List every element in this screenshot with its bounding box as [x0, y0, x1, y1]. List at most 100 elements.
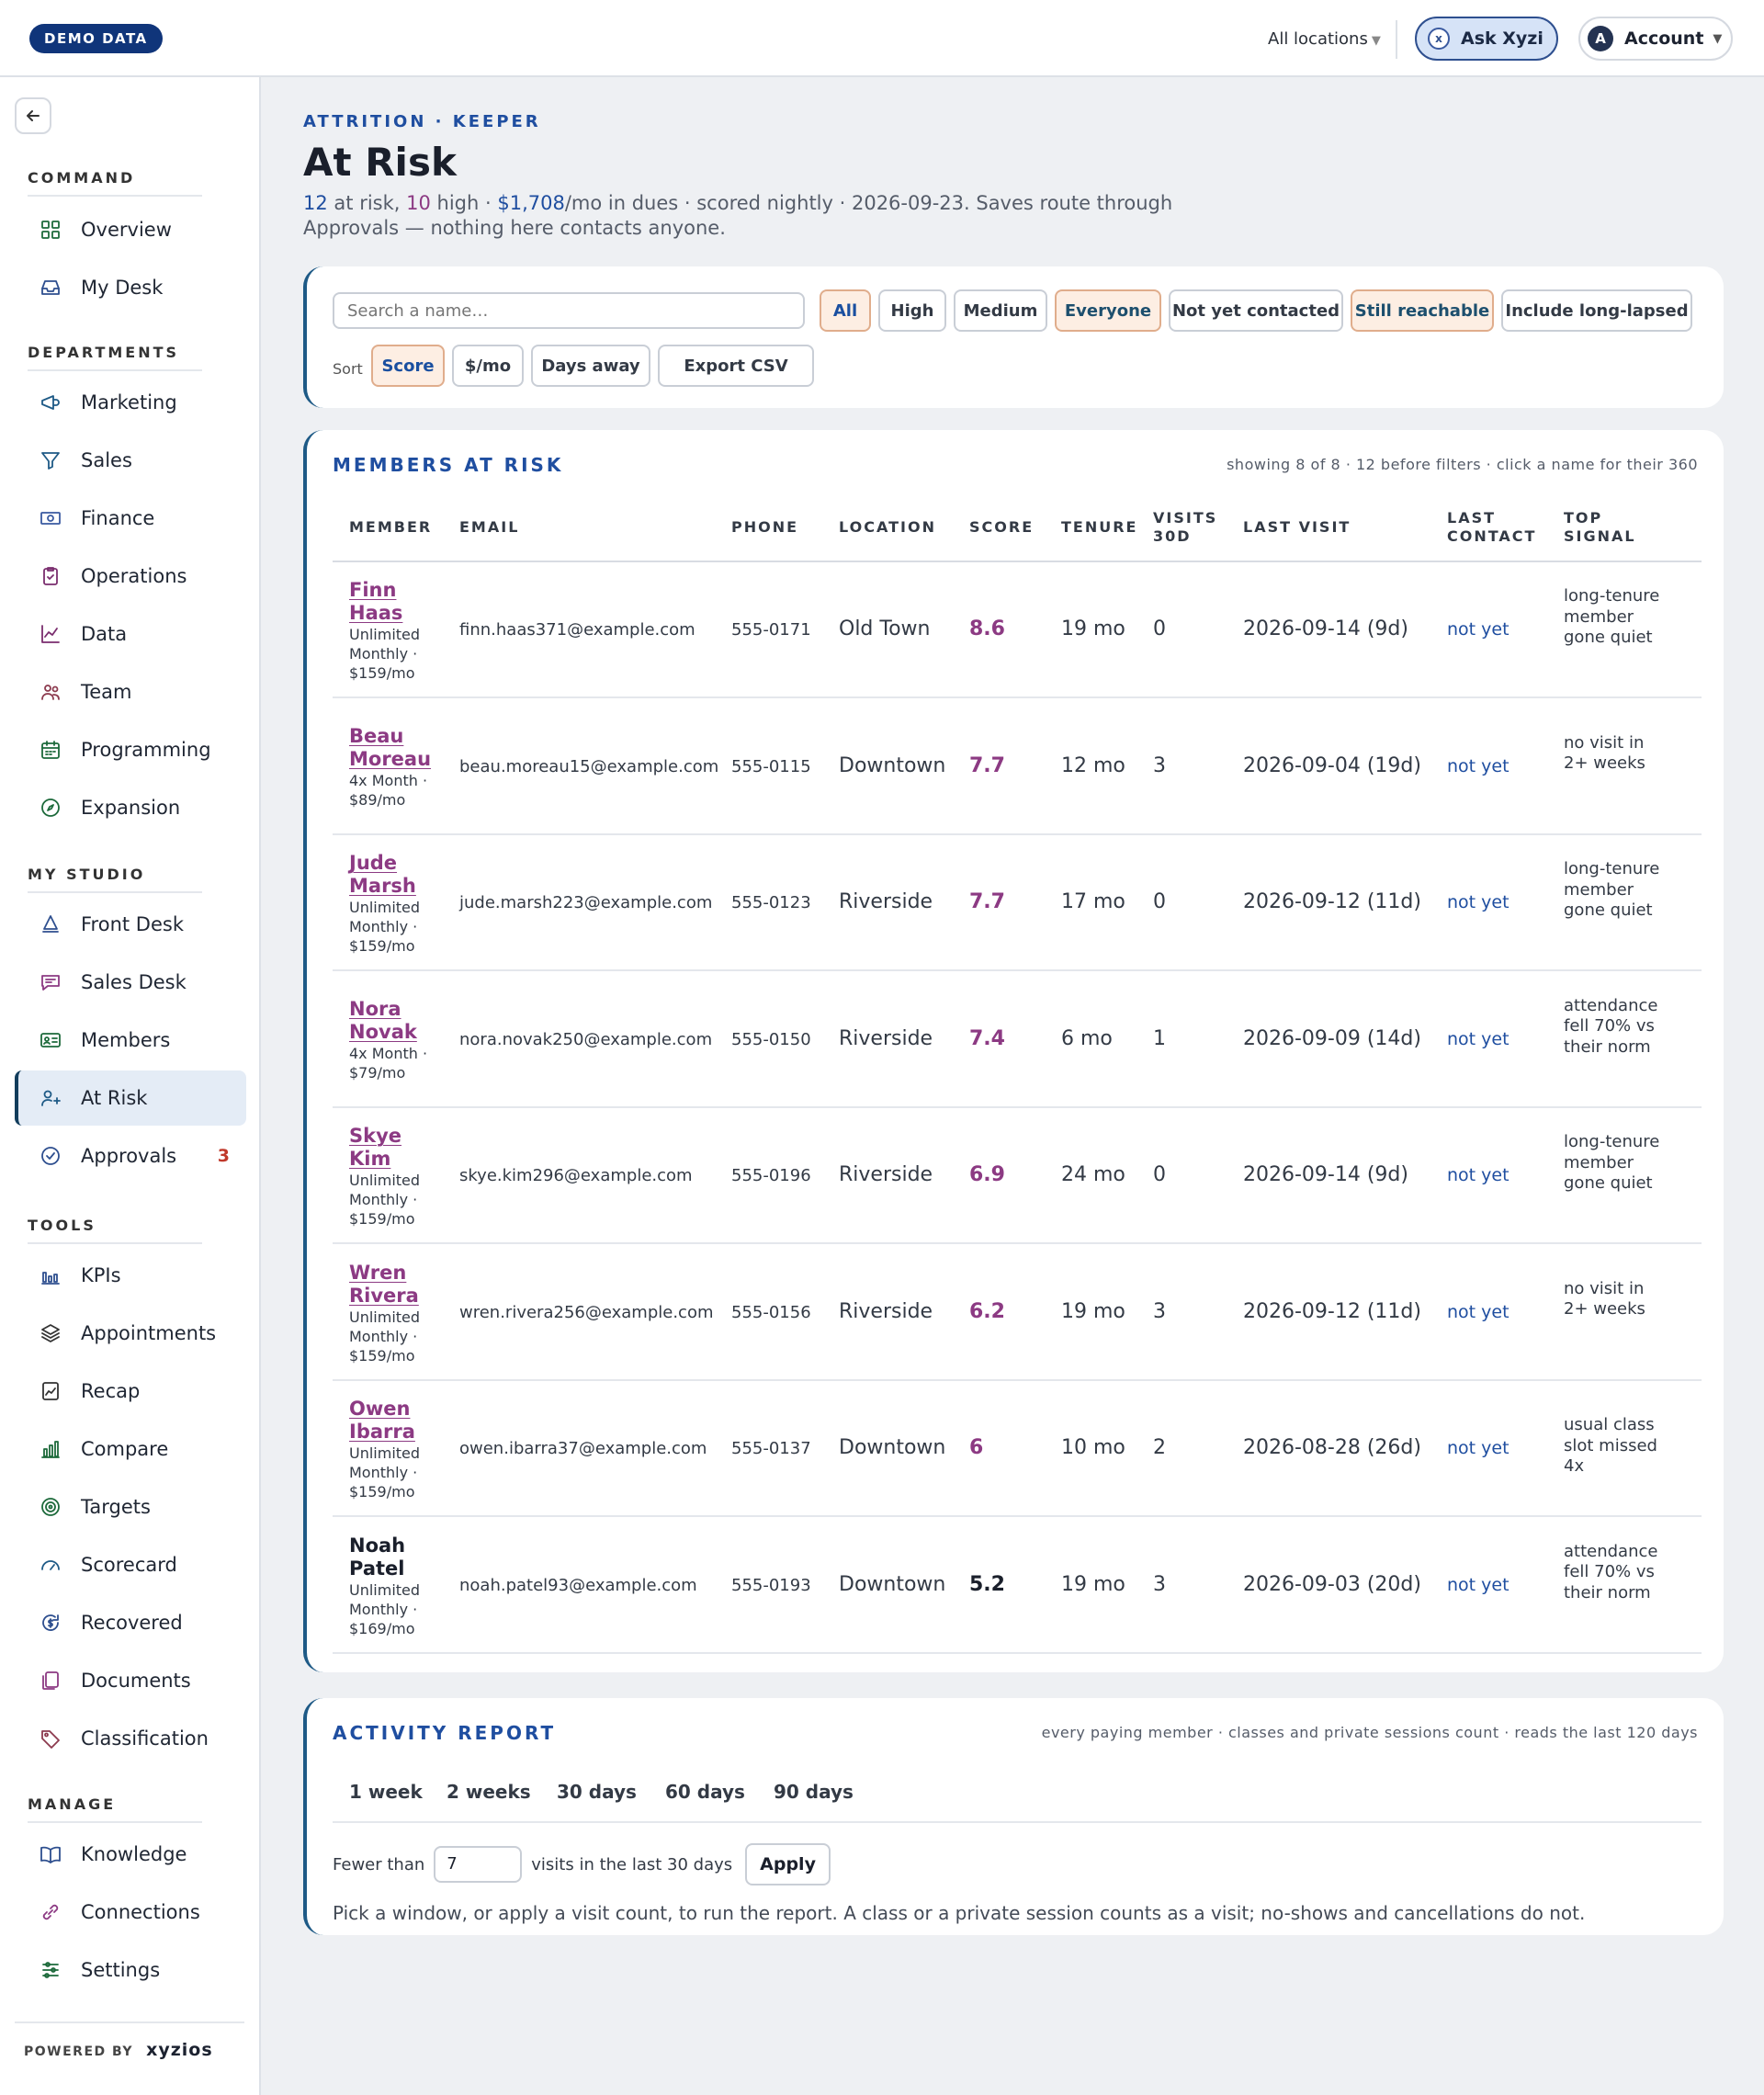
sidebar-item-targets[interactable]: Targets: [15, 1479, 246, 1534]
trend-doc-icon: [39, 1379, 62, 1403]
member-name-link[interactable]: Finn Haas: [349, 579, 441, 625]
ask-xyzi-button[interactable]: x Ask Xyzi: [1415, 17, 1558, 61]
table-row: Jude Marsh Unlimited Monthly · $159/mo jude…: [333, 835, 1702, 971]
id-card-icon: [39, 1028, 62, 1052]
collapse-sidebar-button[interactable]: [15, 97, 51, 134]
tab-1-week[interactable]: 1 week: [349, 1781, 423, 1803]
sidebar-item-recovered[interactable]: Recovered: [15, 1595, 246, 1650]
funnel-icon: [39, 448, 62, 472]
sidebar-item-operations[interactable]: Operations: [15, 549, 246, 604]
sidebar-item-connections[interactable]: Connections: [15, 1885, 246, 1940]
filter-chip-everyone[interactable]: Everyone: [1055, 289, 1161, 332]
sidebar-item-members[interactable]: Members: [15, 1013, 246, 1068]
visit-count-input[interactable]: 7: [434, 1846, 523, 1883]
sidebar-item-appointments[interactable]: Appointments: [15, 1306, 246, 1361]
megaphone-icon: [39, 391, 62, 414]
filter-chip-high[interactable]: High: [878, 289, 946, 332]
member-phone: 555-0156: [731, 1302, 811, 1322]
export-csv-button[interactable]: Export CSV: [658, 345, 814, 387]
filter-chip-still-reachable[interactable]: Still reachable: [1351, 289, 1494, 332]
member-score: 7.7: [969, 890, 1005, 913]
sidebar-item-label: Members: [81, 1029, 171, 1051]
member-name-link[interactable]: Owen Ibarra: [349, 1398, 441, 1444]
sidebar-item-kpis[interactable]: KPIs: [15, 1248, 246, 1303]
sidebar-item-scorecard[interactable]: Scorecard: [15, 1537, 246, 1592]
sidebar-item-recap[interactable]: Recap: [15, 1364, 246, 1419]
sort-chip-score[interactable]: Score: [371, 345, 445, 387]
sidebar-item-marketing[interactable]: Marketing: [15, 375, 246, 430]
member-last-visit: 2026-09-04 (19d): [1243, 753, 1421, 777]
sidebar-item-classification[interactable]: Classification: [15, 1711, 246, 1766]
sidebar-item-approvals[interactable]: Approvals 3: [15, 1128, 246, 1183]
nav-section-title: TOOLS: [28, 1217, 96, 1234]
member-name-link[interactable]: Nora Novak: [349, 998, 441, 1044]
sidebar-item-label: KPIs: [81, 1264, 121, 1286]
member-phone: 555-0196: [731, 1166, 811, 1185]
filter-chip-include-long-lapsed[interactable]: Include long-lapsed: [1501, 289, 1692, 332]
sidebar-item-label: Sales Desk: [81, 971, 187, 993]
sidebar-item-compare[interactable]: Compare: [15, 1421, 246, 1477]
tab-90-days[interactable]: 90 days: [774, 1781, 854, 1803]
bell-icon: [39, 912, 62, 936]
member-plan: Unlimited Monthly · $159/mo: [349, 1172, 421, 1228]
table-row: Nora Novak 4x Month · $79/mo nora.novak250@…: [333, 972, 1702, 1108]
member-phone: 555-0150: [731, 1029, 811, 1049]
member-visits-30d: 1: [1153, 1026, 1166, 1050]
sidebar-item-data[interactable]: Data: [15, 606, 246, 662]
account-button[interactable]: A Account ▼: [1578, 17, 1733, 61]
member-top-signal: usual class slot missed 4x: [1564, 1415, 1657, 1476]
nav-section-title: COMMAND: [28, 169, 136, 187]
sidebar-item-my-desk[interactable]: My Desk: [15, 260, 246, 315]
sidebar-item-label: Finance: [81, 507, 155, 529]
sidebar-item-label: Marketing: [81, 391, 177, 413]
member-name-link[interactable]: Noah Patel: [349, 1534, 441, 1580]
sidebar-item-expansion[interactable]: Expansion: [15, 780, 246, 835]
apply-button[interactable]: Apply: [745, 1843, 831, 1886]
visits-label: visits in the last 30 days: [531, 1854, 733, 1874]
sidebar-item-settings[interactable]: Settings: [15, 1942, 246, 1998]
sidebar-item-sales-desk[interactable]: Sales Desk: [15, 955, 246, 1010]
sidebar-item-knowledge[interactable]: Knowledge: [15, 1827, 246, 1882]
documents-icon: [39, 1669, 62, 1693]
tab-30-days[interactable]: 30 days: [557, 1781, 637, 1803]
col-header-line: LAST: [1447, 509, 1497, 527]
member-last-visit: 2026-09-03 (20d): [1243, 1572, 1421, 1596]
filter-chip-not-yet-contacted[interactable]: Not yet contacted: [1169, 289, 1343, 332]
sidebar-item-overview[interactable]: Overview: [15, 202, 246, 257]
sidebar-item-sales[interactable]: Sales: [15, 433, 246, 488]
search-input[interactable]: [333, 292, 805, 329]
filter-chip-all[interactable]: All: [820, 289, 871, 332]
tab-60-days[interactable]: 60 days: [665, 1781, 745, 1803]
sidebar-item-team[interactable]: Team: [15, 664, 246, 719]
member-name-link[interactable]: Beau Moreau: [349, 725, 441, 771]
sidebar-item-finance[interactable]: Finance: [15, 491, 246, 546]
members-card-note: showing 8 of 8 · 12 before filters · cli…: [1227, 456, 1698, 473]
activity-card-note: every paying member · classes and privat…: [1041, 1724, 1698, 1741]
sidebar: COMMAND Overview My Desk DEPARTMENTS Marketi…: [0, 77, 261, 2095]
member-top-signal: long-tenure member gone quiet: [1564, 1132, 1660, 1193]
sort-chip-days-away[interactable]: Days away: [531, 345, 650, 387]
member-name-link[interactable]: Jude Marsh: [349, 852, 441, 898]
member-location: Riverside: [839, 1163, 933, 1186]
filter-chip-medium[interactable]: Medium: [954, 289, 1047, 332]
member-top-signal: attendance fell 70% vs their norm: [1564, 995, 1658, 1057]
location-select[interactable]: All locations ▼: [1259, 20, 1397, 59]
users-icon: [39, 680, 62, 704]
table-row: Skye Kim Unlimited Monthly · $159/mo skye.k…: [333, 1108, 1702, 1244]
table-row: Owen Ibarra Unlimited Monthly · $159/mo owe…: [333, 1381, 1702, 1517]
sidebar-item-front-desk[interactable]: Front Desk: [15, 897, 246, 952]
member-name-link[interactable]: Wren Rivera: [349, 1262, 441, 1308]
sidebar-item-at-risk[interactable]: At Risk: [15, 1070, 246, 1126]
member-name-link[interactable]: Skye Kim: [349, 1125, 441, 1171]
sidebar-item-programming[interactable]: Programming: [15, 722, 246, 777]
sidebar-item-documents[interactable]: Documents: [15, 1653, 246, 1708]
summary-text: high ·: [430, 192, 498, 214]
member-score: 6: [969, 1436, 984, 1459]
member-last-visit: 2026-09-12 (11d): [1243, 1299, 1421, 1323]
member-plan: 4x Month · $89/mo: [349, 771, 428, 809]
tab-2-weeks[interactable]: 2 weeks: [447, 1781, 531, 1803]
sort-chip-dollars-per-month[interactable]: $/mo: [452, 345, 524, 387]
col-header-line: CONTACT: [1447, 527, 1537, 545]
member-phone: 555-0193: [731, 1575, 811, 1595]
sidebar-item-label: Sales: [81, 449, 132, 471]
